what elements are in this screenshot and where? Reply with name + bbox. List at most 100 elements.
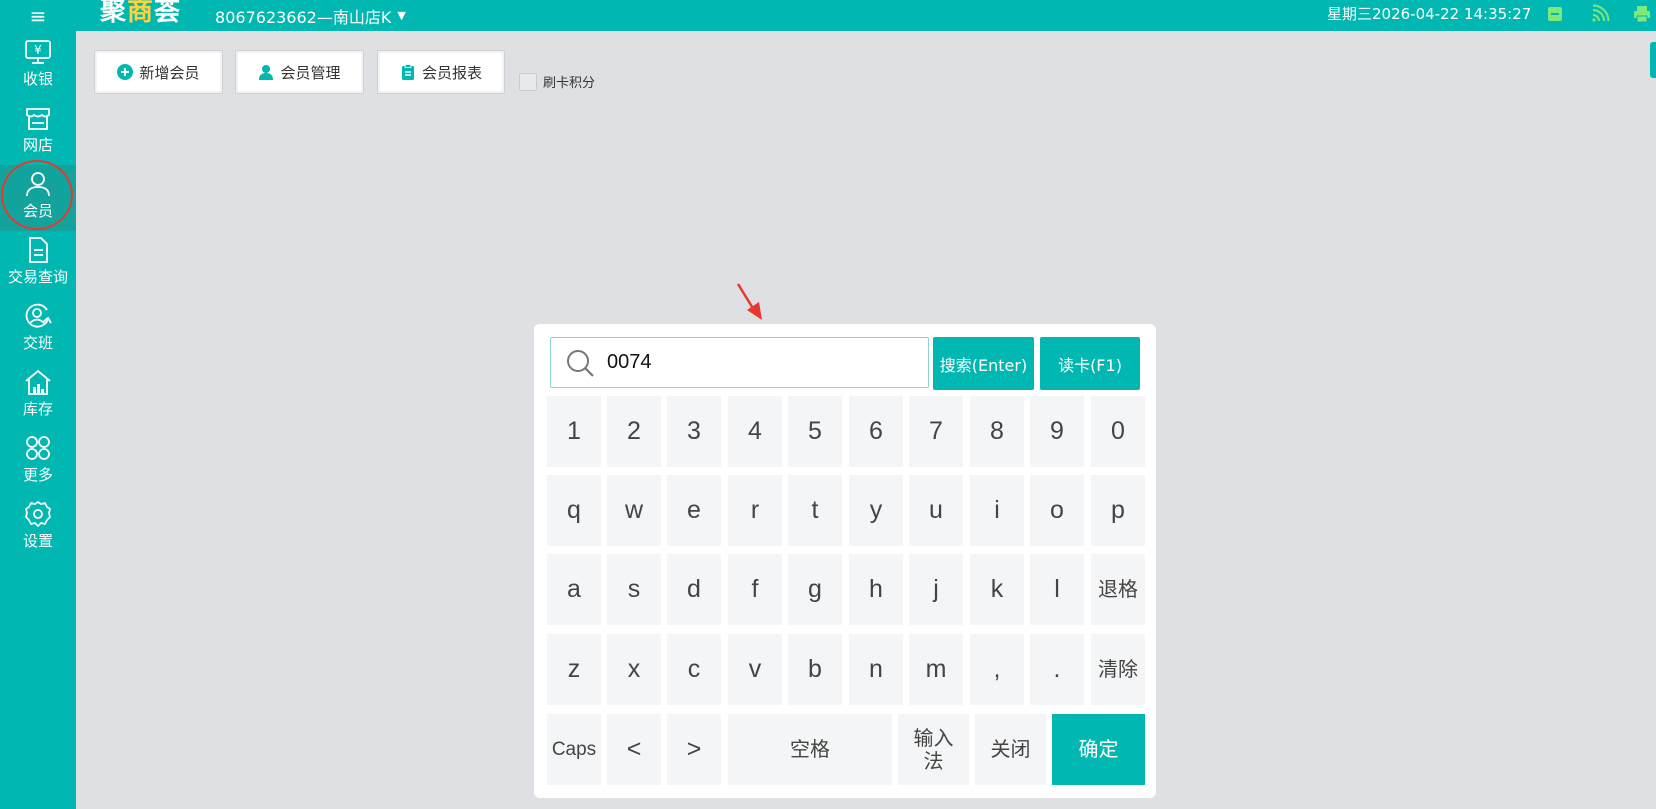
clipboard-icon	[401, 64, 414, 80]
store-name: 8067623662—南山店K	[215, 7, 392, 27]
transaction-doc-icon	[29, 237, 48, 263]
caps-key[interactable]: Caps	[547, 714, 601, 785]
sidebar-item-label: 收银	[22, 70, 53, 88]
sidebar-item-label: 交班	[22, 334, 53, 352]
sidebar-item-label: 网店	[22, 136, 53, 154]
cursor-right-key[interactable]: >	[667, 714, 721, 785]
member-search-box[interactable]	[550, 337, 929, 388]
key-6[interactable]: 6	[849, 396, 903, 467]
inventory-icon	[25, 369, 51, 395]
key-0[interactable]: 0	[1091, 396, 1145, 467]
key-m[interactable]: m	[909, 634, 963, 705]
key-9[interactable]: 9	[1030, 396, 1084, 467]
key-k[interactable]: k	[970, 554, 1024, 625]
key-j[interactable]: j	[909, 554, 963, 625]
key-5[interactable]: 5	[788, 396, 842, 467]
wifi-icon[interactable]	[1590, 4, 1610, 24]
key-comma[interactable]: ,	[970, 634, 1024, 705]
search-button[interactable]: 搜索(Enter)	[933, 337, 1034, 390]
key-r[interactable]: r	[728, 475, 782, 546]
key-h[interactable]: h	[849, 554, 903, 625]
key-y[interactable]: y	[849, 475, 903, 546]
sidebar-item-member[interactable]: 会员	[0, 165, 76, 231]
sidebar-item-shift[interactable]: 交班	[0, 297, 76, 363]
datetime: 星期三2026-04-22 14:35:27	[1327, 5, 1532, 23]
cash-drawer-icon[interactable]	[1545, 4, 1565, 24]
close-key[interactable]: 关闭	[975, 714, 1046, 785]
top-bar: ≡ 聚商荟 8067623662—南山店K ▼ 星期三2026-04-22 14…	[0, 0, 1656, 31]
key-period[interactable]: .	[1030, 634, 1084, 705]
key-1[interactable]: 1	[547, 396, 601, 467]
sidebar: ¥ 收银 网店 会员 交易查询 交班 库存 更多 设置	[0, 31, 76, 809]
sidebar-item-more[interactable]: 更多	[0, 429, 76, 495]
chevron-down-icon: ▼	[397, 9, 406, 22]
plus-circle-icon	[117, 64, 134, 80]
key-c[interactable]: c	[667, 634, 721, 705]
member-report-button[interactable]: 会员报表	[377, 50, 505, 94]
input-method-key[interactable]: 输入 法	[898, 714, 969, 785]
shop-icon	[26, 108, 50, 130]
backspace-key[interactable]: 退格	[1091, 554, 1145, 625]
search-input[interactable]	[607, 351, 907, 374]
key-d[interactable]: d	[667, 554, 721, 625]
key-3[interactable]: 3	[667, 396, 721, 467]
read-card-button[interactable]: 读卡(F1)	[1040, 337, 1140, 390]
clear-key[interactable]: 清除	[1091, 634, 1145, 705]
sidebar-item-settings[interactable]: 设置	[0, 495, 76, 561]
search-icon	[567, 349, 594, 377]
sidebar-item-transactions[interactable]: 交易查询	[0, 231, 76, 297]
more-grid-icon	[26, 436, 50, 460]
key-2[interactable]: 2	[607, 396, 661, 467]
key-x[interactable]: x	[607, 634, 661, 705]
space-key[interactable]: 空格	[728, 714, 892, 785]
add-member-label: 新增会员	[139, 63, 200, 82]
key-v[interactable]: v	[728, 634, 782, 705]
key-w[interactable]: w	[607, 475, 661, 546]
sidebar-item-shop[interactable]: 网店	[0, 99, 76, 165]
confirm-key[interactable]: 确定	[1052, 714, 1145, 785]
printer-icon[interactable]	[1632, 4, 1652, 24]
user-icon	[259, 65, 274, 80]
key-8[interactable]: 8	[970, 396, 1024, 467]
sidebar-item-label: 会员	[22, 202, 53, 220]
key-g[interactable]: g	[788, 554, 842, 625]
sidebar-item-label: 更多	[22, 466, 53, 484]
key-b[interactable]: b	[788, 634, 842, 705]
scrollbar-thumb[interactable]	[1650, 42, 1656, 78]
menu-icon[interactable]: ≡	[0, 0, 76, 31]
store-selector[interactable]: 8067623662—南山店K ▼	[215, 4, 406, 28]
brand-logo: 聚商荟	[100, 0, 182, 27]
key-i[interactable]: i	[970, 475, 1024, 546]
key-f[interactable]: f	[728, 554, 782, 625]
search-keypad-panel: 搜索(Enter) 读卡(F1) 1234567890 qwertyuiop asd…	[534, 324, 1156, 798]
key-7[interactable]: 7	[909, 396, 963, 467]
checkbox-box[interactable]	[519, 72, 537, 91]
red-arrow-annotation	[736, 283, 762, 320]
sidebar-item-cashier[interactable]: ¥ 收银	[0, 33, 76, 99]
svg-text:¥: ¥	[34, 43, 42, 57]
key-q[interactable]: q	[547, 475, 601, 546]
key-z[interactable]: z	[547, 634, 601, 705]
settings-gear-icon	[25, 501, 51, 527]
add-member-button[interactable]: 新增会员	[94, 50, 223, 94]
key-u[interactable]: u	[909, 475, 963, 546]
swipe-points-checkbox[interactable]: 刷卡积分	[519, 72, 595, 91]
key-t[interactable]: t	[788, 475, 842, 546]
sidebar-item-label: 交易查询	[7, 268, 68, 286]
key-e[interactable]: e	[667, 475, 721, 546]
key-a[interactable]: a	[547, 554, 601, 625]
member-manage-button[interactable]: 会员管理	[235, 50, 364, 94]
key-l[interactable]: l	[1030, 554, 1084, 625]
sidebar-item-label: 设置	[22, 532, 53, 550]
key-o[interactable]: o	[1030, 475, 1084, 546]
key-s[interactable]: s	[607, 554, 661, 625]
key-n[interactable]: n	[849, 634, 903, 705]
cursor-left-key[interactable]: <	[607, 714, 661, 785]
sidebar-item-label: 库存	[22, 400, 53, 418]
sidebar-item-inventory[interactable]: 库存	[0, 363, 76, 429]
member-manage-label: 会员管理	[280, 63, 341, 82]
shift-handover-icon	[25, 303, 52, 328]
member-icon	[26, 172, 50, 197]
key-p[interactable]: p	[1091, 475, 1145, 546]
key-4[interactable]: 4	[728, 396, 782, 467]
